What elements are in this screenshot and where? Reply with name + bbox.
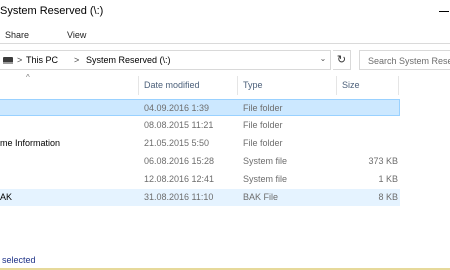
file-size: 8 KB — [378, 192, 398, 202]
file-row[interactable]: 06.08.2016 15:28 System file 373 KB — [0, 153, 400, 170]
column-divider[interactable] — [336, 76, 337, 95]
file-type: File folder — [243, 138, 283, 148]
status-text: selected — [2, 255, 36, 265]
window-title: System Reserved (\:) — [0, 5, 104, 17]
file-date: 31.08.2016 11:10 — [144, 192, 214, 202]
sort-ascending-icon[interactable]: ^ — [26, 73, 30, 82]
file-date: 08.08.2015 11:21 — [144, 120, 214, 130]
column-header: ^ Date modified Type Size — [0, 73, 400, 95]
file-size: 373 KB — [368, 156, 398, 166]
refresh-icon[interactable]: ↻ — [333, 50, 351, 70]
column-divider[interactable] — [398, 76, 399, 95]
breadcrumb-separator-icon[interactable]: > — [74, 55, 79, 65]
address-row: > This PC > System Reserved (\:) ⌄ ↻ — [0, 44, 450, 76]
chevron-down-icon[interactable]: ⌄ — [317, 54, 329, 66]
tab-view[interactable]: View — [67, 30, 86, 40]
breadcrumb-this-pc[interactable]: This PC — [26, 55, 58, 65]
tab-share[interactable]: Share — [5, 30, 29, 40]
file-row[interactable]: 08.08.2015 11:21 File folder — [0, 117, 400, 134]
column-divider[interactable] — [138, 76, 139, 95]
status-bar: selected — [0, 252, 450, 270]
drive-icon — [3, 57, 13, 64]
file-date: 12.08.2016 12:41 — [144, 174, 215, 184]
file-type: System file — [243, 174, 288, 184]
column-size[interactable]: Size — [342, 80, 360, 90]
file-row[interactable]: AK 31.08.2016 11:10 BAK File 8 KB — [0, 189, 400, 206]
breadcrumb-separator-icon[interactable]: > — [17, 55, 22, 65]
file-date: 04.09.2016 1:39 — [144, 103, 210, 113]
file-size: 1 KB — [378, 174, 398, 184]
search-input[interactable] — [368, 55, 450, 67]
file-type: BAK File — [243, 192, 279, 202]
column-type[interactable]: Type — [243, 80, 263, 90]
file-row[interactable]: 12.08.2016 12:41 System file 1 KB — [0, 171, 400, 188]
file-date: 21.05.2015 5:50 — [144, 138, 210, 148]
address-bar[interactable]: > This PC > System Reserved (\:) ⌄ — [0, 50, 331, 70]
title-bar: System Reserved (\:) — [0, 0, 450, 22]
file-type: File folder — [243, 120, 283, 130]
file-row[interactable]: me Information 21.05.2015 5:50 File fold… — [0, 135, 400, 152]
file-name: me Information — [0, 138, 61, 148]
column-divider[interactable] — [237, 76, 238, 95]
file-type: System file — [243, 156, 288, 166]
ribbon-tabs: Share View — [0, 22, 450, 44]
search-box[interactable] — [359, 50, 450, 70]
file-name: AK — [0, 192, 13, 202]
breadcrumb-system-reserved[interactable]: System Reserved (\:) — [86, 55, 171, 65]
file-date: 06.08.2016 15:28 — [144, 156, 215, 166]
column-date-modified[interactable]: Date modified — [144, 80, 200, 90]
minimize-button[interactable] — [436, 3, 450, 17]
file-row[interactable]: 04.09.2016 1:39 File folder — [0, 99, 400, 116]
file-type: File folder — [243, 103, 283, 113]
